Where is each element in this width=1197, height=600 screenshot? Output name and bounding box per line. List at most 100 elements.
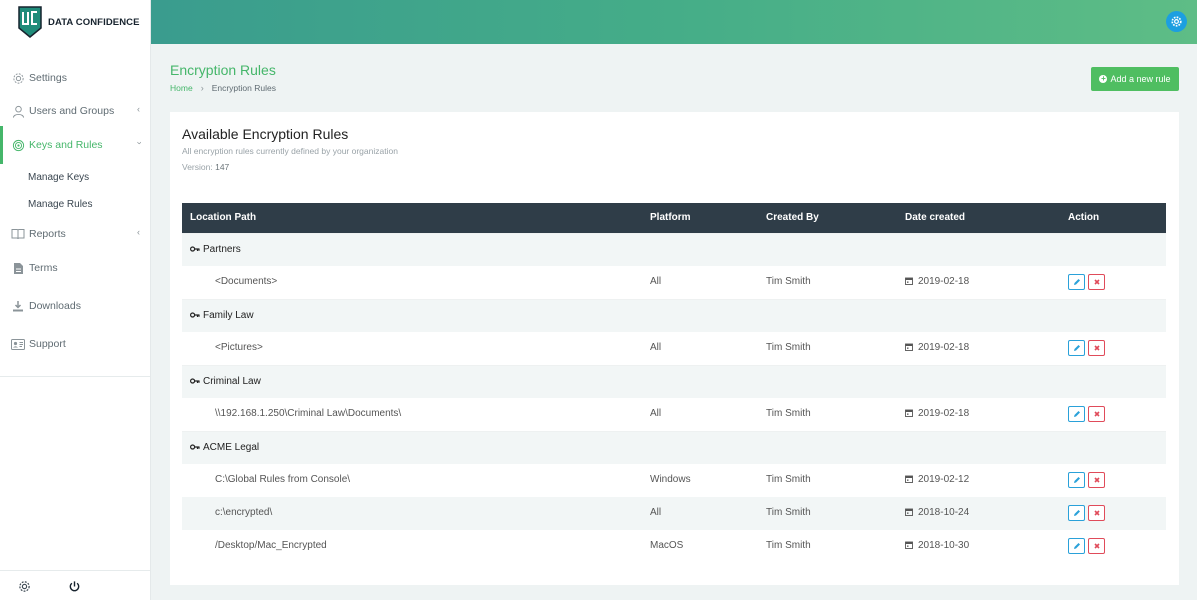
close-icon — [1093, 477, 1100, 483]
pencil-icon — [1073, 279, 1080, 285]
pencil-icon — [1073, 345, 1080, 351]
date-created: 2019-02-18 — [905, 276, 969, 287]
date-value: 2019-02-18 — [918, 408, 970, 419]
edit-button[interactable] — [1068, 274, 1085, 290]
date-created: 2019-02-18 — [905, 342, 969, 353]
column-header-action: Action — [1068, 212, 1100, 223]
group-label: Partners — [203, 244, 241, 255]
table-row: c:\encrypted\ All Tim Smith 2018-10-24 — [182, 497, 1166, 530]
calendar-icon — [905, 277, 913, 285]
chevron-left-icon: ‹ — [137, 104, 140, 114]
calendar-icon — [905, 475, 913, 483]
delete-button[interactable] — [1088, 538, 1105, 554]
id-card-icon — [11, 337, 25, 351]
created-by: Tim Smith — [766, 276, 811, 287]
key-icon — [190, 378, 200, 384]
table-row: C:\Global Rules from Console\ Windows Tim … — [182, 464, 1166, 497]
pencil-icon — [1073, 543, 1080, 549]
sidebar-item-label: Terms — [29, 262, 58, 274]
platform: All — [650, 342, 662, 353]
table-row: /Desktop/Mac_Encrypted MacOS Tim Smith 2018… — [182, 530, 1166, 563]
chevron-right-icon: › — [200, 83, 204, 93]
location-path: C:\Global Rules from Console\ — [215, 474, 351, 485]
user-icon — [11, 104, 25, 118]
group-row: ACME Legal — [182, 431, 1166, 464]
brand[interactable]: DATA CONFIDENCE — [0, 0, 150, 44]
sidebar-item-settings[interactable]: Settings — [0, 67, 150, 89]
created-by: Tim Smith — [766, 342, 811, 353]
location-path: /Desktop/Mac_Encrypted — [215, 540, 327, 551]
version-label: Version: — [182, 162, 213, 172]
edit-button[interactable] — [1068, 538, 1085, 554]
pencil-icon — [1073, 510, 1080, 516]
table-row: <Documents> All Tim Smith 2019-02-18 — [182, 266, 1166, 299]
date-value: 2018-10-30 — [918, 540, 970, 551]
sidebar-item-label: Reports — [29, 228, 66, 240]
sidebar-subitem-manage-rules[interactable]: Manage Rules — [28, 199, 92, 210]
breadcrumb-home[interactable]: Home — [170, 83, 193, 93]
sidebar-item-label: Settings — [29, 72, 67, 84]
created-by: Tim Smith — [766, 474, 811, 485]
add-rule-button[interactable]: + Add a new rule — [1091, 67, 1179, 91]
group-label: Criminal Law — [203, 376, 261, 387]
sidebar-item-reports[interactable]: Reports ‹ — [0, 223, 150, 245]
download-icon — [11, 299, 25, 313]
power-icon[interactable] — [68, 580, 82, 594]
add-rule-label: Add a new rule — [1110, 74, 1171, 84]
pencil-icon — [1073, 411, 1080, 417]
breadcrumb-current: Encryption Rules — [211, 83, 276, 93]
pencil-icon — [1073, 477, 1080, 483]
edit-button[interactable] — [1068, 340, 1085, 356]
close-icon — [1093, 543, 1100, 549]
delete-button[interactable] — [1088, 472, 1105, 488]
sidebar-item-users-and-groups[interactable]: Users and Groups ‹ — [0, 100, 150, 122]
edit-button[interactable] — [1068, 406, 1085, 422]
sidebar-item-keys-and-rules[interactable]: Keys and Rules ‹ — [0, 126, 150, 164]
gear-icon — [11, 71, 25, 85]
sidebar-item-label: Keys and Rules — [29, 139, 103, 151]
calendar-icon — [905, 409, 913, 417]
settings-gear-icon[interactable] — [18, 580, 32, 594]
group-row: Criminal Law — [182, 365, 1166, 398]
location-path: <Documents> — [215, 276, 278, 287]
delete-button[interactable] — [1088, 505, 1105, 521]
created-by: Tim Smith — [766, 540, 811, 551]
sidebar-divider — [0, 376, 150, 377]
edit-button[interactable] — [1068, 505, 1085, 521]
location-path: c:\encrypted\ — [215, 507, 273, 518]
settings-button[interactable] — [1166, 11, 1187, 32]
close-icon — [1093, 510, 1100, 516]
gear-icon — [1171, 16, 1182, 27]
column-header-created-by: Created By — [766, 212, 819, 223]
card-title: Available Encryption Rules — [182, 126, 349, 142]
delete-button[interactable] — [1088, 340, 1105, 356]
date-value: 2018-10-24 — [918, 507, 970, 518]
column-header-date-created: Date created — [905, 212, 966, 223]
page-title: Encryption Rules — [170, 62, 276, 78]
table-row: <Pictures> All Tim Smith 2019-02-18 — [182, 332, 1166, 365]
sidebar-footer — [0, 570, 150, 600]
delete-button[interactable] — [1088, 274, 1105, 290]
card-subtitle: All encryption rules currently defined b… — [182, 146, 398, 156]
logo-icon — [18, 6, 42, 38]
sidebar-subitem-manage-keys[interactable]: Manage Keys — [28, 172, 89, 183]
date-value: 2019-02-12 — [918, 474, 970, 485]
book-icon — [11, 227, 25, 241]
key-icon — [190, 444, 200, 450]
version-info: Version: 147 — [182, 162, 229, 172]
group-label: ACME Legal — [203, 442, 260, 453]
version-value: 147 — [215, 162, 230, 172]
sidebar-item-terms[interactable]: Terms — [0, 257, 150, 279]
date-created: 2019-02-12 — [905, 474, 969, 485]
created-by: Tim Smith — [766, 408, 811, 419]
delete-button[interactable] — [1088, 406, 1105, 422]
sidebar-item-support[interactable]: Support — [0, 333, 150, 355]
table-row: \\192.168.1.250\Criminal Law\Documents\ A… — [182, 398, 1166, 431]
sidebar-item-label: Users and Groups — [29, 105, 115, 117]
location-path: \\192.168.1.250\Criminal Law\Documents\ — [215, 408, 402, 419]
group-name: Criminal Law — [190, 376, 261, 387]
platform: Windows — [650, 474, 691, 485]
platform: All — [650, 408, 662, 419]
sidebar-item-downloads[interactable]: Downloads — [0, 295, 150, 317]
edit-button[interactable] — [1068, 472, 1085, 488]
